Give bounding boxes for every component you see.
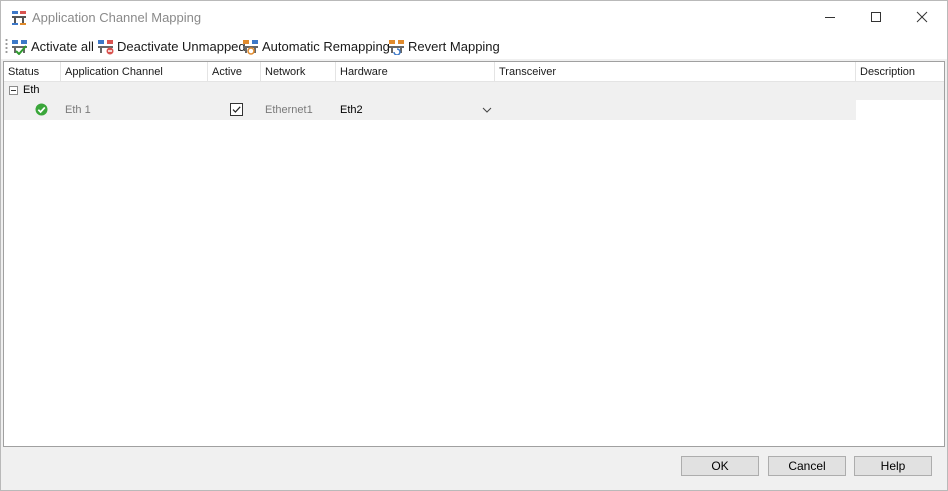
table-row[interactable]: Eth 1 Ethernet1 Eth2: [4, 100, 944, 120]
close-icon: [916, 11, 928, 23]
column-header-network[interactable]: Network: [261, 62, 336, 82]
automatic-remapping-button[interactable]: Automatic Remapping: [242, 35, 390, 57]
chevron-down-icon[interactable]: [481, 104, 493, 116]
automatic-remapping-icon: [243, 39, 258, 55]
deactivate-unmapped-label: Deactivate Unmapped: [117, 38, 246, 54]
close-button[interactable]: [899, 1, 945, 33]
column-header-transceiver[interactable]: Transceiver: [495, 62, 856, 82]
window-title: Application Channel Mapping: [32, 10, 202, 25]
transceiver-cell[interactable]: [495, 100, 856, 120]
help-button[interactable]: Help: [854, 456, 932, 476]
deactivate-unmapped-icon: [98, 39, 114, 54]
column-header-application-channel[interactable]: Application Channel: [61, 62, 208, 82]
network-cell[interactable]: Ethernet1: [261, 100, 336, 120]
maximize-icon: [871, 12, 881, 22]
revert-mapping-icon: [389, 39, 404, 55]
cancel-button[interactable]: Cancel: [768, 456, 846, 476]
application-channel-mapping-window: Application Channel Mapping Activate all: [0, 0, 948, 491]
minimize-button[interactable]: [807, 1, 853, 33]
deactivate-unmapped-button[interactable]: Deactivate Unmapped: [97, 35, 246, 57]
ok-button[interactable]: OK: [681, 456, 759, 476]
column-header-description[interactable]: Description: [856, 62, 944, 82]
minimize-icon: [825, 17, 835, 18]
maximize-button[interactable]: [853, 1, 899, 33]
application-channel-cell[interactable]: Eth 1: [61, 100, 208, 120]
hardware-dropdown[interactable]: Eth2: [336, 100, 476, 120]
description-cell[interactable]: [856, 100, 944, 120]
checkmark-icon: [232, 106, 241, 113]
collapse-group-icon[interactable]: [9, 86, 18, 95]
revert-mapping-button[interactable]: Revert Mapping: [388, 35, 500, 57]
title-bar: Application Channel Mapping: [1, 1, 947, 33]
activate-all-button[interactable]: Activate all: [11, 35, 94, 57]
toolbar: Activate all Deactivate Unmapped Automat…: [1, 33, 947, 59]
activate-all-label: Activate all: [31, 38, 94, 54]
group-label: Eth: [23, 84, 40, 96]
check-circle-icon: [35, 103, 48, 116]
channel-mapping-app-icon: [12, 11, 26, 25]
grid-header: Status Application Channel Active Networ…: [4, 62, 944, 82]
activate-all-icon: [12, 39, 27, 55]
channel-mapping-grid[interactable]: Status Application Channel Active Networ…: [3, 61, 945, 447]
column-header-status[interactable]: Status: [4, 62, 61, 82]
active-checkbox[interactable]: [230, 103, 243, 116]
automatic-remapping-label: Automatic Remapping: [262, 38, 390, 54]
revert-mapping-label: Revert Mapping: [408, 38, 500, 54]
toolbar-grip[interactable]: [5, 38, 8, 54]
column-header-hardware[interactable]: Hardware: [336, 62, 495, 82]
column-header-active[interactable]: Active: [208, 62, 261, 82]
group-row-eth: Eth: [4, 82, 944, 100]
